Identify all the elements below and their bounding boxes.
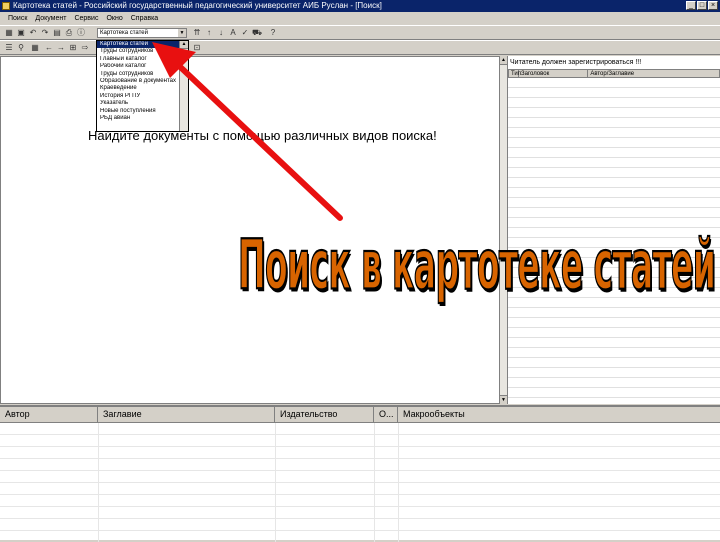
dropdown-item[interactable]: Труды сотрудников	[97, 71, 183, 78]
dropdown-item[interactable]: История РГПУ	[97, 93, 183, 100]
dropdown-item[interactable]: Указатель	[97, 100, 183, 107]
book-icon[interactable]: ▤	[52, 28, 62, 38]
database-select[interactable]: Картотека статей ▼	[97, 28, 187, 38]
slide-caption: Поиск в картотеке статей	[237, 223, 716, 306]
binoculars-icon[interactable]: ⚲	[16, 43, 26, 53]
menu-service[interactable]: Сервис	[74, 12, 98, 25]
arrow-left-icon[interactable]: ←	[44, 43, 54, 53]
save-icon[interactable]: ▣	[16, 28, 26, 38]
maximize-button[interactable]: □	[697, 1, 707, 10]
column-header-heading[interactable]: Заголовок	[519, 70, 589, 77]
close-button[interactable]: ×	[708, 1, 718, 10]
lock-icon[interactable]: ⊡	[192, 43, 202, 53]
dropdown-item[interactable]: Главный каталог	[97, 56, 183, 63]
menu-help[interactable]: Справка	[131, 12, 158, 25]
info-icon[interactable]: ⓘ	[76, 28, 86, 38]
redo-icon[interactable]: ↷	[40, 28, 50, 38]
menu-bar: Поиск Документ Сервис Окно Справка	[0, 12, 720, 25]
dropdown-item[interactable]: Труды сотрудников	[97, 48, 183, 55]
menu-document[interactable]: Документ	[35, 12, 66, 25]
menu-window[interactable]: Окно	[106, 12, 122, 25]
minimize-button[interactable]: _	[686, 1, 696, 10]
reader-panel-header: Тип Заголовок Автор/Заглавие	[508, 69, 720, 78]
dropdown-item[interactable]: Краеведение	[97, 85, 183, 92]
column-divider	[398, 423, 399, 542]
dropdown-item[interactable]: Новые поступления	[97, 108, 183, 115]
table-icon[interactable]: ▦	[30, 43, 40, 53]
column-divider	[275, 423, 276, 542]
help-icon[interactable]: ?	[268, 28, 278, 38]
results-table-header: Автор Заглавие Издательство О... Макрооб…	[0, 407, 720, 423]
car-icon[interactable]: ⛟	[252, 28, 262, 38]
window-title: Картотека статей - Российский государств…	[13, 1, 382, 10]
check-icon[interactable]: ✓	[240, 28, 250, 38]
filter-icon[interactable]: ⊞	[68, 43, 78, 53]
arrow-right-icon[interactable]: →	[56, 43, 66, 53]
results-table: Автор Заглавие Издательство О... Макрооб…	[0, 405, 720, 542]
scroll-up-icon[interactable]: ▲	[180, 41, 188, 49]
scroll-down-icon[interactable]: ▼	[500, 395, 507, 404]
dropdown-item[interactable]: Рабочий каталог	[97, 63, 183, 70]
print-icon[interactable]: ⎙	[64, 28, 74, 38]
list-icon[interactable]: ☰	[4, 43, 14, 53]
grid-icon[interactable]: ▦	[4, 28, 14, 38]
prev-icon[interactable]: ↑	[204, 28, 214, 38]
next-icon[interactable]: ↓	[216, 28, 226, 38]
chevron-down-icon[interactable]: ▼	[178, 29, 186, 37]
reader-panel-title: Читатель должен зарегистрироваться !!!	[510, 59, 642, 66]
first-icon[interactable]: ⇈	[192, 28, 202, 38]
dropdown-item[interactable]: Образование в документах	[97, 78, 183, 85]
column-header-macroobjects[interactable]: Макрообъекты	[398, 407, 720, 422]
column-header-type[interactable]: Тип	[509, 70, 521, 77]
column-header-author[interactable]: Автор	[0, 407, 98, 422]
dropdown-scrollbar[interactable]: ▲	[179, 41, 188, 131]
column-divider	[374, 423, 375, 542]
results-table-body[interactable]	[0, 423, 720, 542]
undo-icon[interactable]: ↶	[28, 28, 38, 38]
database-dropdown-list[interactable]: Картотека статей Труды сотрудников Главн…	[96, 40, 189, 132]
dropdown-item[interactable]: РБД авиан	[97, 115, 183, 122]
column-divider	[98, 423, 99, 542]
dropdown-item[interactable]: Картотека статей	[97, 41, 183, 49]
column-header-publisher[interactable]: Издательство	[275, 407, 374, 422]
window-title-bar[interactable]: Картотека статей - Российский государств…	[0, 0, 720, 12]
column-header-title[interactable]: Заглавие	[98, 407, 275, 422]
text-icon[interactable]: A	[228, 28, 238, 38]
column-header-o[interactable]: О...	[374, 407, 398, 422]
menu-search[interactable]: Поиск	[8, 12, 27, 25]
column-header-author-title[interactable]: Автор/Заглавие	[588, 70, 719, 77]
toolbar-main: ▦ ▣ ↶ ↷ ▤ ⎙ ⓘ Картотека статей ▼ ⇈ ↑ ↓ A…	[0, 25, 720, 40]
database-select-value: Картотека статей	[100, 30, 148, 36]
app-icon	[2, 2, 10, 10]
scroll-up-icon[interactable]: ▲	[500, 56, 507, 65]
export-icon[interactable]: ⇨	[80, 43, 90, 53]
